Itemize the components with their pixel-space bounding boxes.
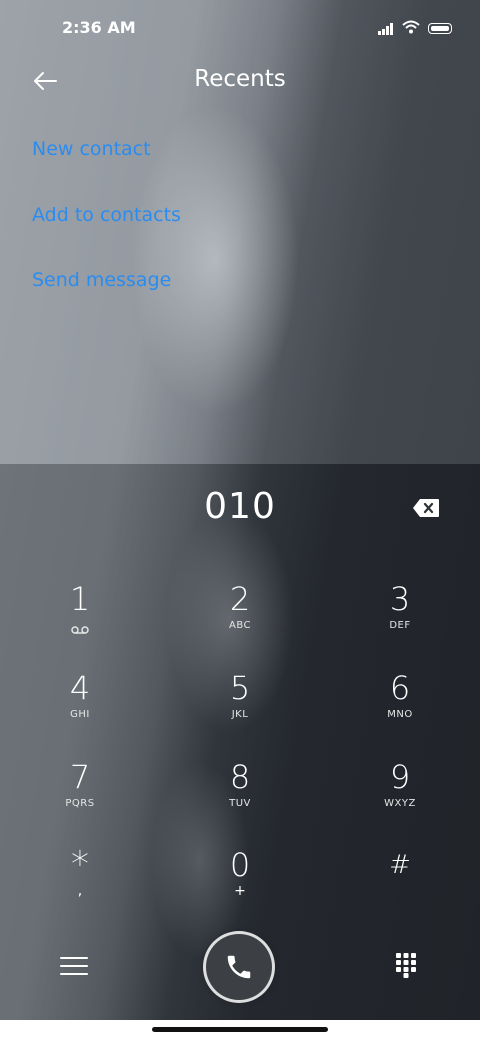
key-star[interactable]: * , bbox=[10, 846, 150, 924]
add-to-contacts-link[interactable]: Add to contacts bbox=[32, 204, 181, 226]
key-2[interactable]: 2 ABC bbox=[170, 580, 310, 658]
key-digit: 0 bbox=[229, 846, 251, 884]
key-digit: 5 bbox=[229, 669, 251, 707]
battery-icon bbox=[428, 23, 452, 34]
key-letters: TUV bbox=[229, 798, 251, 809]
key-digit: 6 bbox=[389, 669, 411, 707]
key-letters: JKL bbox=[231, 709, 249, 720]
menu-button[interactable] bbox=[60, 954, 88, 978]
menu-icon-line bbox=[60, 957, 88, 959]
key-letters: + bbox=[234, 883, 246, 899]
new-contact-link[interactable]: New contact bbox=[32, 138, 151, 160]
key-digit: * bbox=[71, 844, 89, 885]
key-7[interactable]: 7 PQRS bbox=[10, 758, 150, 836]
key-1[interactable]: 1 bbox=[10, 580, 150, 658]
call-button[interactable] bbox=[206, 934, 272, 1000]
key-8[interactable]: 8 TUV bbox=[170, 758, 310, 836]
dialpad-toggle-button[interactable] bbox=[394, 952, 418, 978]
menu-icon-line bbox=[60, 973, 88, 975]
key-letters: ABC bbox=[228, 620, 251, 631]
key-letters: WXYZ bbox=[384, 798, 416, 809]
key-letters: DEF bbox=[389, 620, 411, 631]
key-digit: 9 bbox=[389, 758, 411, 796]
voicemail-icon bbox=[10, 620, 150, 639]
key-digit: 1 bbox=[69, 580, 91, 618]
backspace-button[interactable] bbox=[410, 496, 442, 520]
key-6[interactable]: 6 MNO bbox=[330, 669, 470, 747]
dialed-number-display[interactable]: 010 bbox=[0, 486, 480, 527]
page-title: Recents bbox=[194, 66, 286, 92]
key-letters: , bbox=[77, 883, 83, 899]
key-digit: 8 bbox=[229, 758, 251, 796]
key-3[interactable]: 3 DEF bbox=[330, 580, 470, 658]
signal-icon bbox=[378, 22, 394, 35]
key-digit: 4 bbox=[69, 669, 91, 707]
key-5[interactable]: 5 JKL bbox=[170, 669, 310, 747]
key-letters: MNO bbox=[387, 709, 413, 720]
key-letters: PQRS bbox=[65, 798, 95, 809]
status-icons bbox=[378, 19, 452, 38]
key-digit: 2 bbox=[229, 580, 251, 618]
key-9[interactable]: 9 WXYZ bbox=[330, 758, 470, 836]
key-hash[interactable]: # bbox=[330, 846, 470, 924]
key-digit: 3 bbox=[389, 580, 411, 618]
wifi-icon bbox=[402, 19, 420, 38]
key-digit: # bbox=[389, 850, 411, 880]
menu-icon-line bbox=[60, 965, 88, 967]
phone-icon bbox=[227, 955, 251, 979]
home-indicator[interactable] bbox=[152, 1027, 328, 1032]
dialer-screen: 2:36 AM Recents New contact Add to conta… bbox=[0, 0, 480, 1040]
key-digit: 7 bbox=[69, 758, 91, 796]
key-letters: GHI bbox=[70, 709, 90, 720]
backspace-icon bbox=[413, 499, 439, 517]
key-0[interactable]: 0 + bbox=[170, 846, 310, 924]
key-4[interactable]: 4 GHI bbox=[10, 669, 150, 747]
send-message-link[interactable]: Send message bbox=[32, 269, 171, 291]
status-time: 2:36 AM bbox=[62, 18, 136, 37]
dialpad-icon bbox=[396, 953, 416, 978]
